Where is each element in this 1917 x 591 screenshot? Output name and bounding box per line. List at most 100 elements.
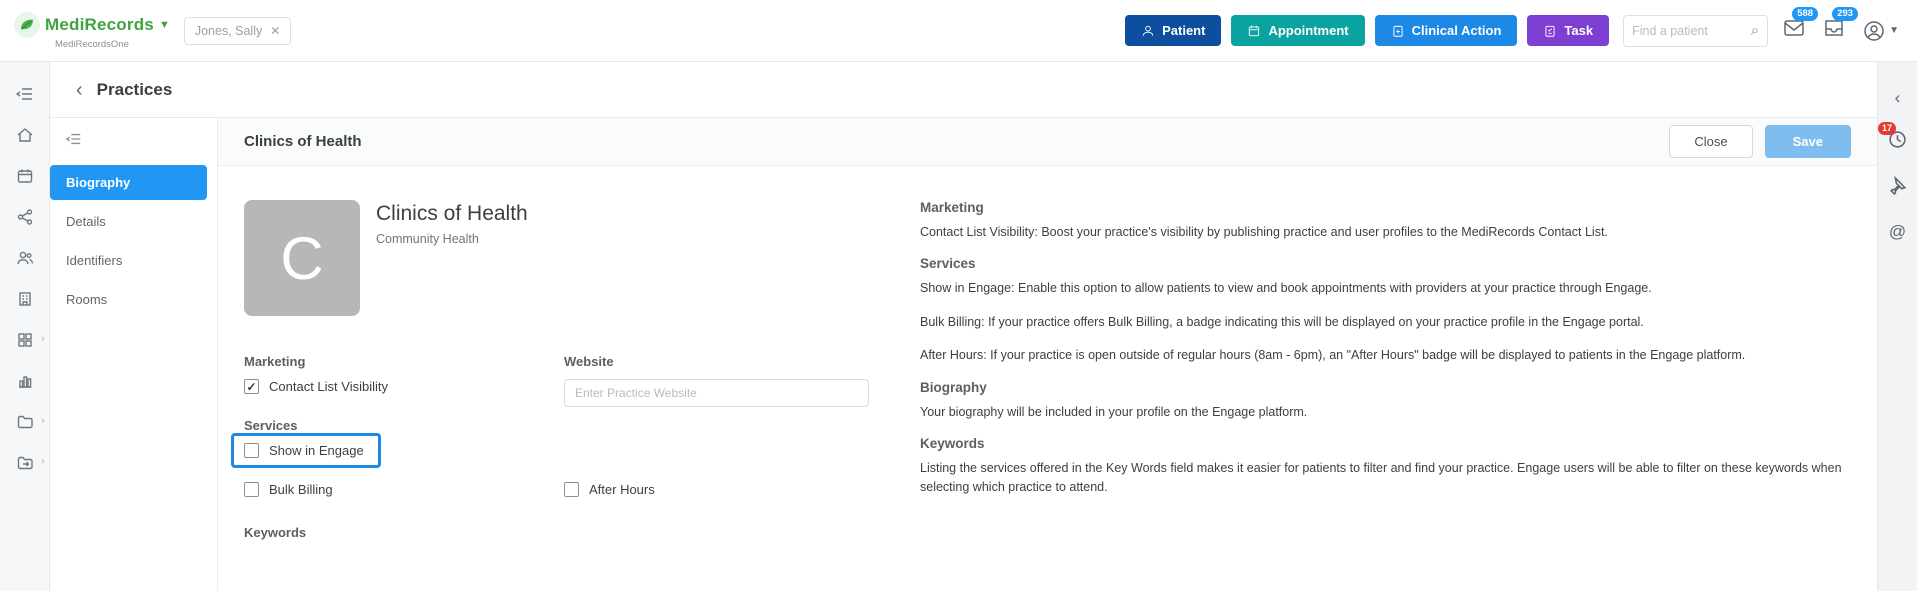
after-hours-label: After Hours — [589, 482, 655, 497]
calendar-icon — [1249, 25, 1260, 36]
panel-header: Clinics of Health Close Save — [218, 118, 1877, 166]
services-heading: Services — [244, 418, 298, 433]
left-nav-rail: › › › — [0, 62, 50, 591]
show-in-engage-label: Show in Engage — [269, 443, 364, 458]
account-chevron-down-icon: ▼ — [1889, 25, 1899, 36]
website-label: Website — [564, 354, 614, 369]
brand-menu[interactable]: MediRecords ▼ — [14, 11, 170, 38]
sidebar-item-biography[interactable]: Biography — [50, 165, 207, 200]
practice-subnav: Biography Details Identifiers Rooms — [50, 118, 218, 591]
breadcrumb: ‹ Practices — [50, 62, 1877, 118]
help-paragraph: Listing the services offered in the Key … — [920, 460, 1842, 495]
person-icon — [1142, 25, 1154, 36]
pinned-items-button[interactable] — [1888, 175, 1907, 200]
chip-close-icon[interactable]: ✕ — [270, 24, 280, 38]
checkbox-checked-icon[interactable] — [244, 379, 259, 394]
pin-icon — [1890, 175, 1907, 196]
patient-button-label: Patient — [1162, 23, 1206, 38]
help-paragraph: After Hours: If your practice is open ou… — [920, 348, 1746, 363]
help-biography-heading: Biography — [920, 379, 987, 395]
network-share-icon[interactable] — [14, 207, 36, 227]
patient-button[interactable]: Patient — [1125, 15, 1222, 46]
practice-name: Clinics of Health — [376, 202, 528, 225]
practice-avatar: C — [244, 200, 360, 316]
show-in-engage-highlight: Show in Engage — [231, 433, 381, 468]
sidebar-item-rooms[interactable]: Rooms — [50, 282, 207, 317]
help-paragraph: Show in Engage: Enable this option to al… — [920, 281, 1652, 296]
help-paragraph: Bulk Billing: If your practice offers Bu… — [920, 314, 1644, 329]
help-services-heading: Services — [920, 256, 976, 272]
collapse-menu-icon[interactable] — [14, 84, 36, 104]
header-icons: 588 293 ▼ — [1782, 7, 1899, 45]
medirecords-leaf-logo-icon — [14, 11, 40, 38]
brand-chevron-down-icon: ▼ — [158, 18, 170, 31]
keywords-heading: Keywords — [244, 525, 307, 540]
messages-button[interactable]: 588 — [1782, 7, 1819, 45]
help-paragraph: Contact List Visibility: Boost your prac… — [920, 225, 1608, 239]
patient-search-input[interactable] — [1632, 23, 1751, 38]
search-icon[interactable]: ⌕ — [1751, 22, 1759, 39]
brand-subtitle: MediRecordsOne — [54, 38, 129, 50]
calendar-nav-icon[interactable] — [14, 166, 36, 186]
collapse-right-panel-icon[interactable]: ‹ — [1895, 88, 1901, 108]
patient-search[interactable]: ⌕ — [1623, 14, 1769, 47]
biography-form: C Clinics of Health Community Health Mar… — [231, 200, 904, 591]
appointment-button-label: Appointment — [1268, 23, 1349, 38]
marketing-heading: Marketing — [244, 354, 306, 369]
contact-list-visibility-label: Contact List Visibility — [269, 379, 388, 394]
after-hours-checkbox[interactable]: After Hours — [564, 482, 904, 497]
website-input[interactable] — [564, 379, 869, 407]
brand-name: MediRecords — [45, 14, 154, 34]
mentions-button[interactable]: @ — [1889, 222, 1906, 242]
bulk-billing-label: Bulk Billing — [269, 482, 333, 497]
messages-badge: 588 — [1792, 7, 1819, 21]
checkbox-unchecked-icon[interactable] — [244, 482, 259, 497]
main-area: ‹ Practices Biography Details Identifier… — [50, 62, 1877, 591]
recent-patient-name: Jones, Sally — [194, 23, 263, 38]
activity-badge: 17 — [1878, 122, 1897, 135]
subnav-collapse-icon[interactable] — [50, 132, 217, 165]
clipboard-plus-icon — [1393, 25, 1403, 37]
top-bar: MediRecords ▼ MediRecordsOne Jones, Sall… — [0, 0, 1917, 62]
folder-icon[interactable]: › — [14, 412, 45, 432]
contact-list-visibility-checkbox[interactable]: Contact List Visibility — [244, 379, 564, 394]
panel-title: Clinics of Health — [244, 133, 362, 150]
sidebar-item-identifiers[interactable]: Identifiers — [50, 243, 207, 278]
reports-chart-icon[interactable] — [14, 371, 36, 391]
folder-export-icon[interactable]: › — [14, 453, 45, 473]
close-button[interactable]: Close — [1669, 125, 1753, 158]
biography-panel: Clinics of Health Close Save C Clinics o… — [218, 118, 1877, 591]
checkbox-unchecked-icon[interactable] — [244, 443, 259, 458]
help-paragraph: Your biography will be included in your … — [920, 404, 1308, 419]
quick-actions: Patient Appointment Clinical Action Task — [1125, 15, 1610, 46]
back-chevron-icon[interactable]: ‹ — [76, 80, 83, 100]
contacts-icon[interactable] — [14, 248, 36, 268]
page-title: Practices — [96, 79, 173, 99]
practice-subtitle: Community Health — [376, 232, 479, 246]
recent-patient-chip[interactable]: Jones, Sally ✕ — [183, 16, 292, 45]
inbox-badge: 293 — [1832, 7, 1859, 21]
show-in-engage-checkbox[interactable]: Show in Engage — [244, 443, 364, 458]
practice-building-icon[interactable] — [14, 289, 36, 309]
folder-chevron-icon: › — [41, 415, 45, 426]
help-keywords-heading: Keywords — [920, 435, 985, 451]
folder-export-chevron-icon: › — [41, 456, 45, 467]
recent-activity-button[interactable]: 17 — [1878, 122, 1907, 154]
inbox-button[interactable]: 293 — [1822, 7, 1859, 45]
appointment-button[interactable]: Appointment — [1231, 15, 1365, 46]
brand-block: MediRecords ▼ MediRecordsOne — [14, 11, 170, 50]
right-utility-rail: ‹ 17 @ — [1877, 62, 1917, 591]
apps-grid-icon[interactable]: › — [14, 330, 45, 350]
apps-chevron-icon: › — [41, 333, 45, 344]
clinical-action-button-label: Clinical Action — [1411, 23, 1502, 38]
save-button[interactable]: Save — [1764, 125, 1851, 158]
account-menu-button[interactable]: ▼ — [1862, 19, 1899, 43]
sidebar-item-details[interactable]: Details — [50, 204, 207, 239]
home-icon[interactable] — [14, 125, 36, 145]
clinical-action-button[interactable]: Clinical Action — [1374, 15, 1518, 46]
task-list-icon — [1545, 25, 1555, 37]
task-button[interactable]: Task — [1527, 15, 1610, 46]
user-circle-icon — [1864, 20, 1884, 41]
bulk-billing-checkbox[interactable]: Bulk Billing — [244, 482, 564, 497]
checkbox-unchecked-icon[interactable] — [564, 482, 579, 497]
